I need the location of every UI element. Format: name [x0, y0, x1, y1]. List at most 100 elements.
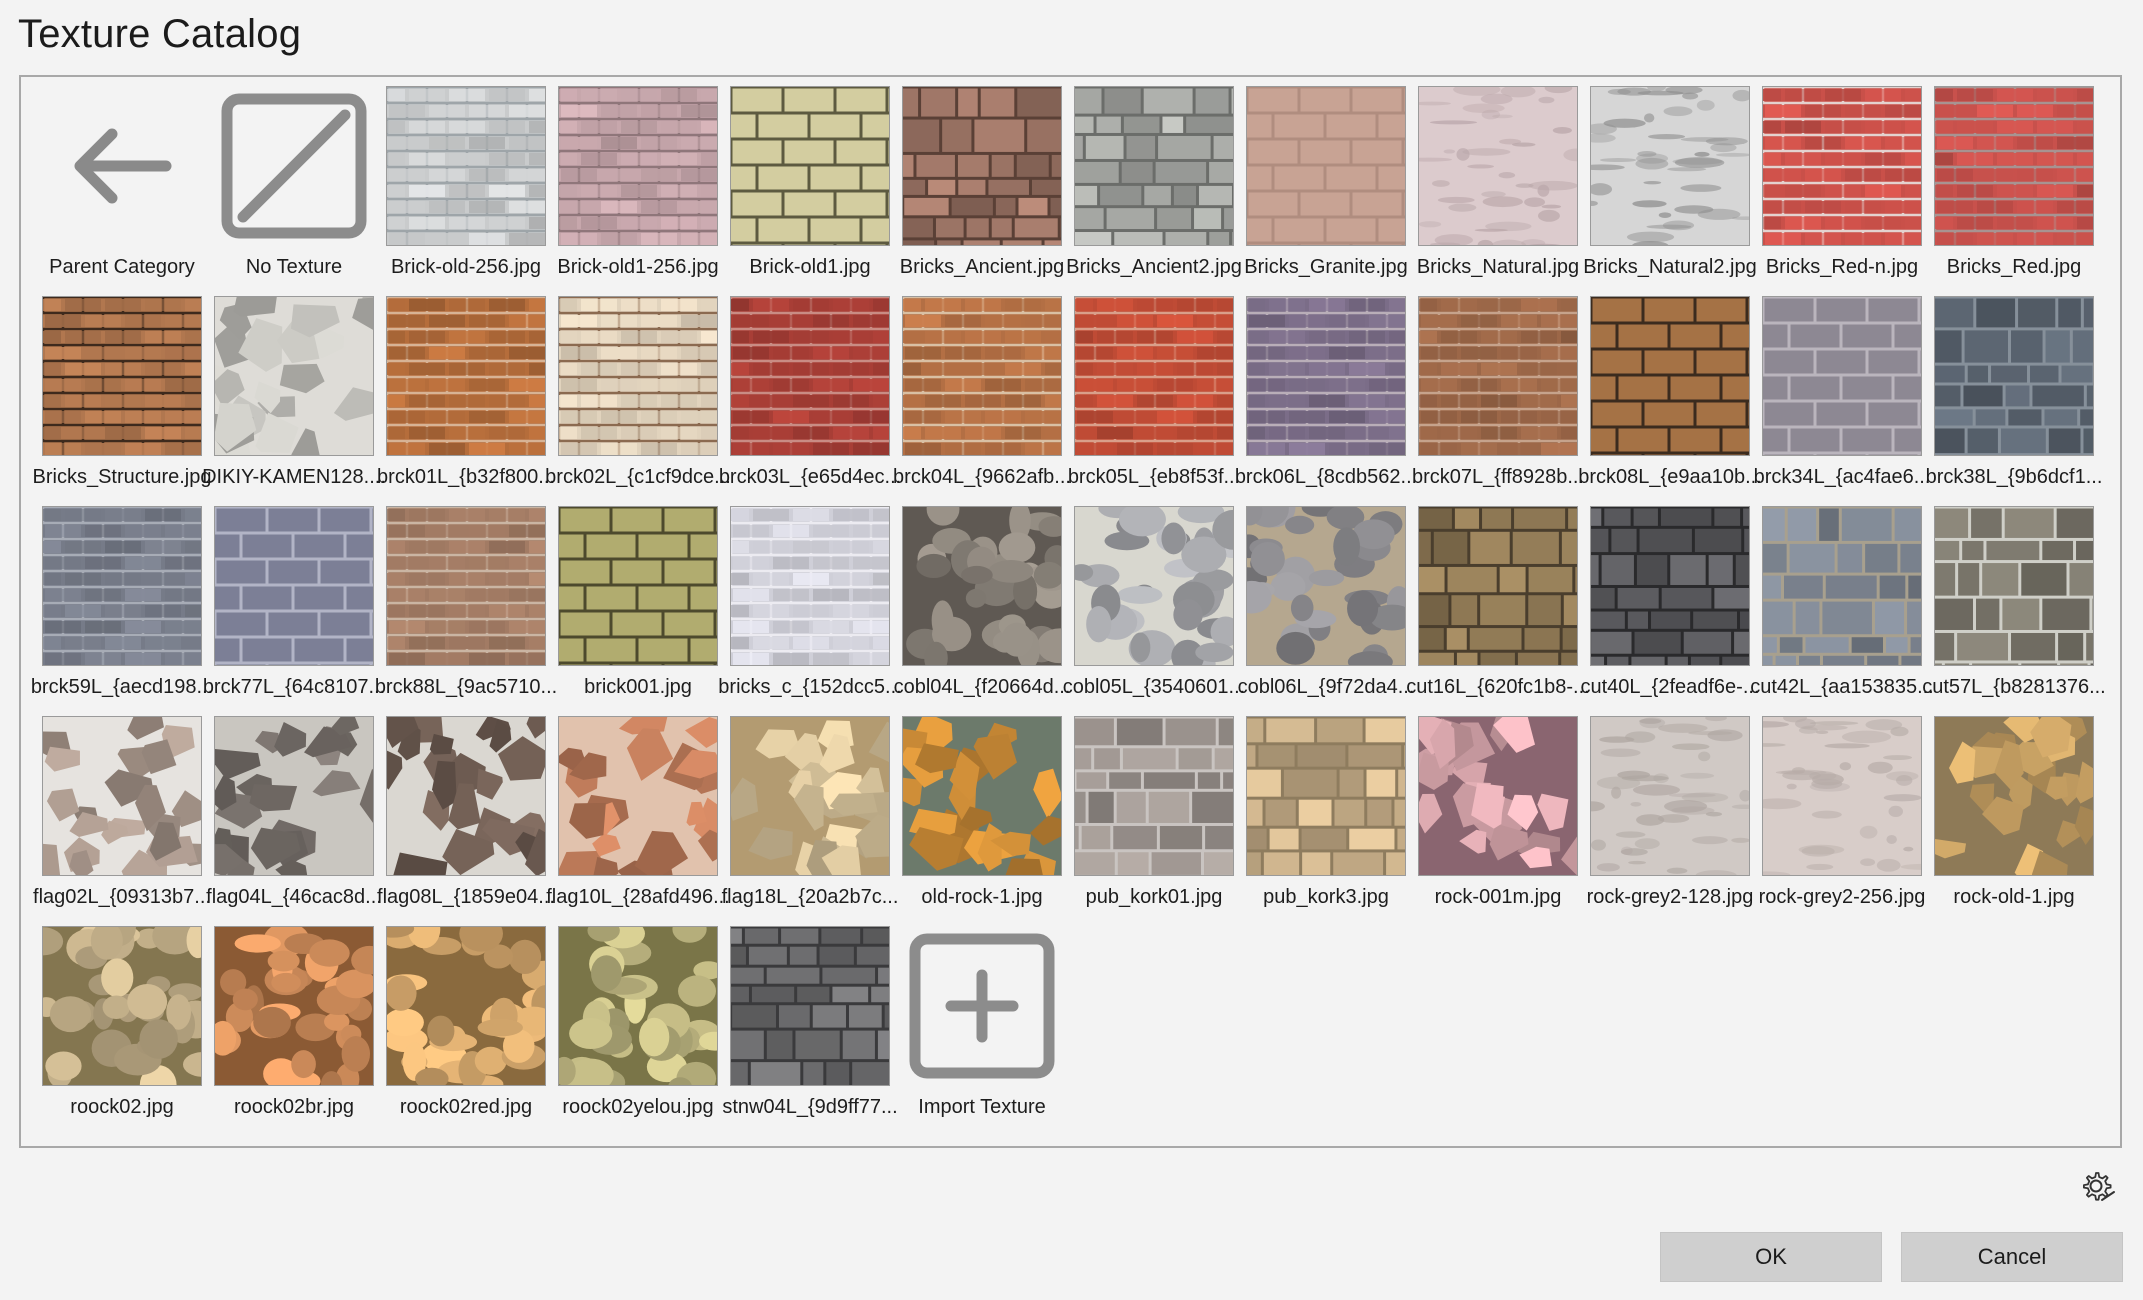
texture-thumbnail	[902, 86, 1062, 246]
texture-item[interactable]: Bricks_Ancient.jpg	[887, 77, 1064, 282]
texture-grid[interactable]: Parent Category No Texture Import Textur…	[19, 75, 2122, 1148]
no-texture-item[interactable]: No Texture	[199, 77, 371, 282]
texture-item[interactable]: Bricks_Ancient2.jpg	[1059, 77, 1242, 282]
texture-item[interactable]: flag02L_{09313b7...	[27, 707, 211, 912]
texture-item[interactable]: brck05L_{eb8f53f...	[1059, 287, 1240, 492]
texture-item[interactable]: cut57L_{b8281376...	[1919, 497, 2106, 702]
parent-category-item[interactable]: Parent Category	[27, 77, 199, 282]
texture-label: brck03L_{e65d4ec...	[718, 466, 902, 488]
texture-item[interactable]: Bricks_Red.jpg	[1919, 77, 2094, 282]
texture-label: Bricks_Granite.jpg	[1244, 256, 1408, 278]
texture-item[interactable]: cut42L_{aa153835...	[1747, 497, 1934, 702]
texture-label: roock02.jpg	[70, 1096, 174, 1118]
texture-item[interactable]: Bricks_Granite.jpg	[1231, 77, 1408, 282]
texture-item[interactable]: bricks_c_{152dcc5...	[715, 497, 902, 702]
texture-item[interactable]: stnw04L_{9d9ff77...	[715, 917, 898, 1122]
texture-thumbnail	[42, 296, 202, 456]
texture-item[interactable]: brck88L_{9ac5710...	[371, 497, 557, 702]
texture-item[interactable]: roock02.jpg	[27, 917, 202, 1122]
texture-item[interactable]: Bricks_Red-n.jpg	[1747, 77, 1922, 282]
texture-item[interactable]: Bricks_Natural.jpg	[1403, 77, 1579, 282]
texture-thumbnail	[1074, 296, 1234, 456]
texture-item[interactable]: Bricks_Structure.jpg	[27, 287, 211, 492]
cancel-button[interactable]: Cancel	[1901, 1232, 2123, 1282]
texture-item[interactable]: roock02red.jpg	[371, 917, 546, 1122]
texture-thumbnail	[1074, 506, 1234, 666]
texture-label: rock-old-1.jpg	[1953, 886, 2075, 908]
texture-item[interactable]: brck02L_{c1cf9dce...	[543, 287, 731, 492]
texture-thumbnail	[558, 86, 718, 246]
texture-item[interactable]: roock02br.jpg	[199, 917, 374, 1122]
texture-label: Bricks_Structure.jpg	[32, 466, 212, 488]
texture-item[interactable]: flag18L_{20a2b7c...	[715, 707, 898, 912]
texture-thumbnail	[42, 926, 202, 1086]
texture-label: roock02br.jpg	[233, 1096, 355, 1118]
texture-label: pub_kork01.jpg	[1085, 886, 1223, 908]
texture-label: cobl04L_{f20664d...	[893, 676, 1071, 698]
texture-thumbnail	[42, 716, 202, 876]
texture-item[interactable]: brick001.jpg	[543, 497, 718, 702]
texture-thumbnail	[386, 926, 546, 1086]
arrow-left-icon	[42, 86, 202, 246]
texture-item[interactable]: rock-001m.jpg	[1403, 707, 1578, 912]
texture-item[interactable]: pub_kork3.jpg	[1231, 707, 1406, 912]
texture-item[interactable]: brck01L_{b32f800...	[371, 287, 555, 492]
texture-thumbnail	[1762, 296, 1922, 456]
texture-label: brck04L_{9662afb...	[893, 466, 1071, 488]
texture-item[interactable]: flag08L_{1859e04...	[371, 707, 555, 912]
texture-item[interactable]: flag10L_{28afd496...	[543, 707, 730, 912]
texture-label: brck59L_{aecd198...	[30, 676, 214, 698]
texture-thumbnail	[214, 296, 374, 456]
texture-item[interactable]: brck59L_{aecd198...	[27, 497, 213, 702]
texture-thumbnail	[730, 86, 890, 246]
texture-item[interactable]: cut16L_{620fc1b8-...	[1403, 497, 1590, 702]
texture-item[interactable]: cobl06L_{9f72da4...	[1231, 497, 1414, 702]
texture-label: cut57L_{b8281376...	[1922, 676, 2106, 698]
texture-label: flag02L_{09313b7...	[33, 886, 211, 908]
texture-item[interactable]: brck08L_{e9aa10b...	[1575, 287, 1762, 492]
texture-item[interactable]: Brick-old1-256.jpg	[543, 77, 719, 282]
ok-button[interactable]: OK	[1660, 1232, 1882, 1282]
texture-label: Brick-old1.jpg	[749, 256, 871, 278]
texture-label: stnw04L_{9d9ff77...	[722, 1096, 898, 1118]
texture-label: flag10L_{28afd496...	[546, 886, 730, 908]
texture-item[interactable]: pub_kork01.jpg	[1059, 707, 1234, 912]
texture-thumbnail	[730, 506, 890, 666]
texture-item[interactable]: old-rock-1.jpg	[887, 707, 1062, 912]
texture-item[interactable]: roock02yelou.jpg	[543, 917, 718, 1122]
texture-item[interactable]: brck38L_{9b6dcf1...	[1919, 287, 2102, 492]
texture-item[interactable]: Bricks_Natural2.jpg	[1575, 77, 1757, 282]
texture-item[interactable]: rock-old-1.jpg	[1919, 707, 2094, 912]
texture-label: flag08L_{1859e04...	[377, 886, 555, 908]
texture-label: old-rock-1.jpg	[921, 886, 1043, 908]
texture-item[interactable]: brck07L_{ff8928b...	[1403, 287, 1584, 492]
texture-item[interactable]: brck04L_{9662afb...	[887, 287, 1071, 492]
texture-item[interactable]: brck06L_{8cdb562...	[1231, 287, 1417, 492]
texture-item[interactable]: brck03L_{e65d4ec...	[715, 287, 901, 492]
texture-item[interactable]: Brick-old-256.jpg	[371, 77, 546, 282]
texture-thumbnail	[730, 716, 890, 876]
texture-label: cobl06L_{9f72da4...	[1237, 676, 1415, 698]
texture-thumbnail	[730, 926, 890, 1086]
texture-label: cut16L_{620fc1b8-...	[1406, 676, 1590, 698]
gear-icon[interactable]	[2080, 1170, 2116, 1206]
texture-item[interactable]: DIKIY-KAMEN128....	[199, 287, 386, 492]
texture-thumbnail	[386, 506, 546, 666]
import-texture-item[interactable]: Import Texture	[887, 917, 1059, 1122]
texture-label: DIKIY-KAMEN128....	[202, 466, 386, 488]
texture-item[interactable]: cobl04L_{f20664d...	[887, 497, 1070, 702]
texture-item[interactable]: rock-grey2-256.jpg	[1747, 707, 1925, 912]
texture-item[interactable]: brck34L_{ac4fae6...	[1747, 287, 1930, 492]
texture-thumbnail	[902, 296, 1062, 456]
texture-thumbnail	[1762, 86, 1922, 246]
texture-item[interactable]: rock-grey2-128.jpg	[1575, 707, 1753, 912]
texture-label: brck77L_{64c8107...	[202, 676, 386, 698]
texture-item[interactable]: brck77L_{64c8107...	[199, 497, 385, 702]
no-texture-icon	[214, 86, 374, 246]
texture-item[interactable]: flag04L_{46cac8d...	[199, 707, 382, 912]
texture-item[interactable]: cobl05L_{3540601...	[1059, 497, 1245, 702]
texture-label: roock02yelou.jpg	[562, 1096, 714, 1118]
texture-label: Bricks_Red.jpg	[1946, 256, 2082, 278]
texture-item[interactable]: Brick-old1.jpg	[715, 77, 890, 282]
texture-item[interactable]: cut40L_{2feadf6e-...	[1575, 497, 1760, 702]
